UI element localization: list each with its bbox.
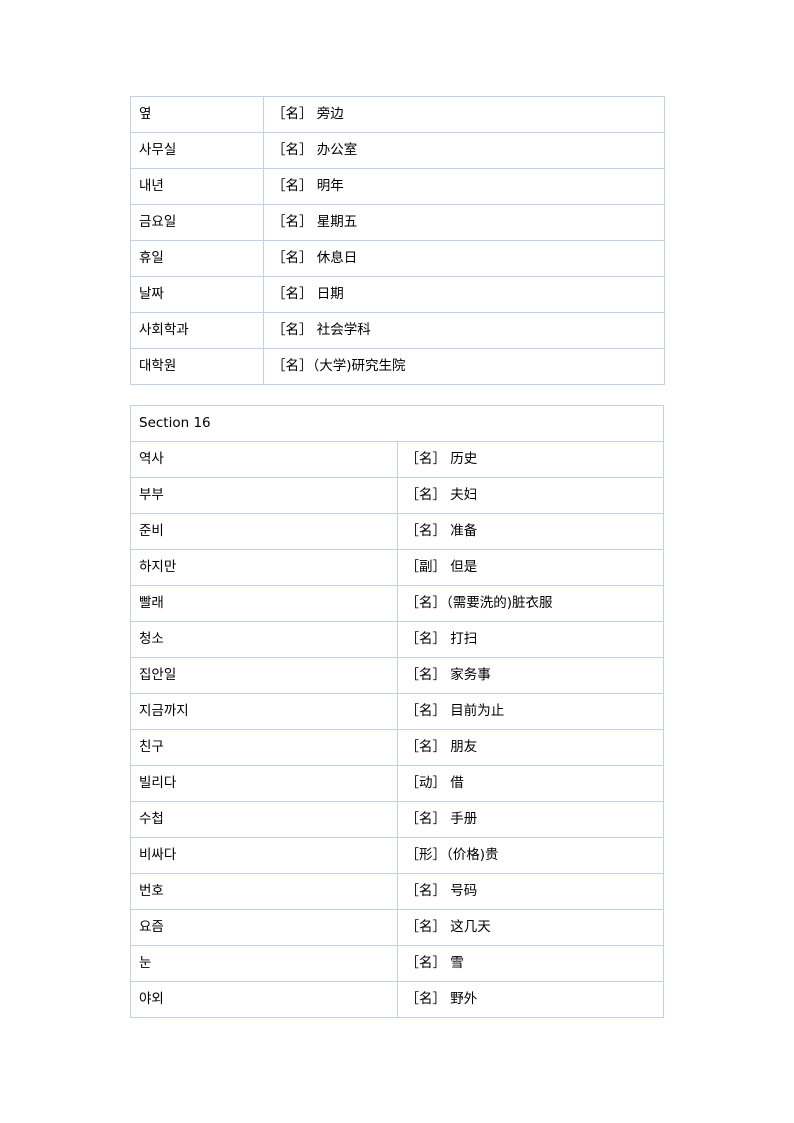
word-cell: 사무실 <box>130 132 264 169</box>
section-heading: Section 16 <box>130 405 664 442</box>
definition-cell: ［副］ 但是 <box>396 549 664 586</box>
word-cell: 옆 <box>130 96 264 133</box>
definition-cell: ［名］ 准备 <box>396 513 664 550</box>
vocabulary-row: 요즘 ［名］ 这几天 <box>130 909 664 946</box>
word-cell: 역사 <box>130 441 398 478</box>
word-cell: 야외 <box>130 981 398 1018</box>
definition-cell: ［名］（需要洗的)脏衣服 <box>396 585 664 622</box>
vocabulary-row: 친구 ［名］ 朋友 <box>130 729 664 766</box>
word-cell: 수첩 <box>130 801 398 838</box>
definition-cell: ［名］ 星期五 <box>263 204 665 241</box>
vocabulary-row: 지금까지 ［名］ 目前为止 <box>130 693 664 730</box>
vocabulary-tables-container: 옆 ［名］ 旁边 사무실 ［名］ 办公室 내년 ［名］ 明年 금요일 ［名］ 星期五 휴일 ［名］… <box>130 96 665 1018</box>
word-cell: 번호 <box>130 873 398 910</box>
word-cell: 준비 <box>130 513 398 550</box>
vocabulary-row: 사무실 ［名］ 办公室 <box>130 132 665 169</box>
word-cell: 부부 <box>130 477 398 514</box>
vocabulary-row: 옆 ［名］ 旁边 <box>130 96 665 133</box>
vocabulary-row: 청소 ［名］ 打扫 <box>130 621 664 658</box>
vocabulary-row: 날짜 ［名］ 日期 <box>130 276 665 313</box>
definition-cell: ［名］ 历史 <box>396 441 664 478</box>
definition-cell: ［名］ 旁边 <box>263 96 665 133</box>
vocabulary-row: 수첩 ［名］ 手册 <box>130 801 664 838</box>
word-cell: 비싸다 <box>130 837 398 874</box>
word-cell: 지금까지 <box>130 693 398 730</box>
vocabulary-row: 하지만 ［副］ 但是 <box>130 549 664 586</box>
word-cell: 내년 <box>130 168 264 205</box>
word-cell: 대학원 <box>130 348 264 385</box>
word-cell: 하지만 <box>130 549 398 586</box>
word-cell: 친구 <box>130 729 398 766</box>
definition-cell: ［动］ 借 <box>396 765 664 802</box>
definition-cell: ［名］ 这几天 <box>396 909 664 946</box>
definition-cell: ［名］ 打扫 <box>396 621 664 658</box>
word-cell: 청소 <box>130 621 398 658</box>
definition-cell: ［名］ 号码 <box>396 873 664 910</box>
definition-cell: ［名］ 家务事 <box>396 657 664 694</box>
definition-cell: ［名］ 雪 <box>396 945 664 982</box>
word-cell: 날짜 <box>130 276 264 313</box>
vocabulary-row: 대학원 ［名］（大学)研究生院 <box>130 348 665 385</box>
vocabulary-row: 역사 ［名］ 历史 <box>130 441 664 478</box>
definition-cell: ［名］ 日期 <box>263 276 665 313</box>
document-page: 옆 ［名］ 旁边 사무실 ［名］ 办公室 내년 ［名］ 明年 금요일 ［名］ 星期五 휴일 ［名］… <box>0 0 794 1123</box>
definition-cell: ［名］ 办公室 <box>263 132 665 169</box>
vocabulary-row: 번호 ［名］ 号码 <box>130 873 664 910</box>
word-cell: 빨래 <box>130 585 398 622</box>
vocabulary-row: 내년 ［名］ 明年 <box>130 168 665 205</box>
definition-cell: ［形］（价格)贵 <box>396 837 664 874</box>
vocabulary-table: Section 16 역사 ［名］ 历史 부부 ［名］ 夫妇 준비 ［名］ 准备 하지만 ［副］… <box>130 405 664 1018</box>
vocabulary-row: 빌리다 ［动］ 借 <box>130 765 664 802</box>
definition-cell: ［名］（大学)研究生院 <box>263 348 665 385</box>
vocabulary-row: 집안일 ［名］ 家务事 <box>130 657 664 694</box>
definition-cell: ［名］ 明年 <box>263 168 665 205</box>
word-cell: 사회학과 <box>130 312 264 349</box>
word-cell: 빌리다 <box>130 765 398 802</box>
word-cell: 요즘 <box>130 909 398 946</box>
vocabulary-row: 준비 ［名］ 准备 <box>130 513 664 550</box>
vocabulary-row: 빨래 ［名］（需要洗的)脏衣服 <box>130 585 664 622</box>
definition-cell: ［名］ 野外 <box>396 981 664 1018</box>
word-cell: 금요일 <box>130 204 264 241</box>
vocabulary-table: 옆 ［名］ 旁边 사무실 ［名］ 办公室 내년 ［名］ 明年 금요일 ［名］ 星期五 휴일 ［名］… <box>130 96 665 385</box>
vocabulary-row: 부부 ［名］ 夫妇 <box>130 477 664 514</box>
section-heading-row: Section 16 <box>130 405 664 442</box>
word-cell: 눈 <box>130 945 398 982</box>
definition-cell: ［名］ 手册 <box>396 801 664 838</box>
vocabulary-row: 야외 ［名］ 野外 <box>130 981 664 1018</box>
definition-cell: ［名］ 夫妇 <box>396 477 664 514</box>
definition-cell: ［名］ 休息日 <box>263 240 665 277</box>
definition-cell: ［名］ 目前为止 <box>396 693 664 730</box>
vocabulary-row: 휴일 ［名］ 休息日 <box>130 240 665 277</box>
vocabulary-row: 비싸다 ［形］（价格)贵 <box>130 837 664 874</box>
definition-cell: ［名］ 朋友 <box>396 729 664 766</box>
definition-cell: ［名］ 社会学科 <box>263 312 665 349</box>
vocabulary-row: 사회학과 ［名］ 社会学科 <box>130 312 665 349</box>
vocabulary-row: 눈 ［名］ 雪 <box>130 945 664 982</box>
vocabulary-row: 금요일 ［名］ 星期五 <box>130 204 665 241</box>
word-cell: 휴일 <box>130 240 264 277</box>
word-cell: 집안일 <box>130 657 398 694</box>
